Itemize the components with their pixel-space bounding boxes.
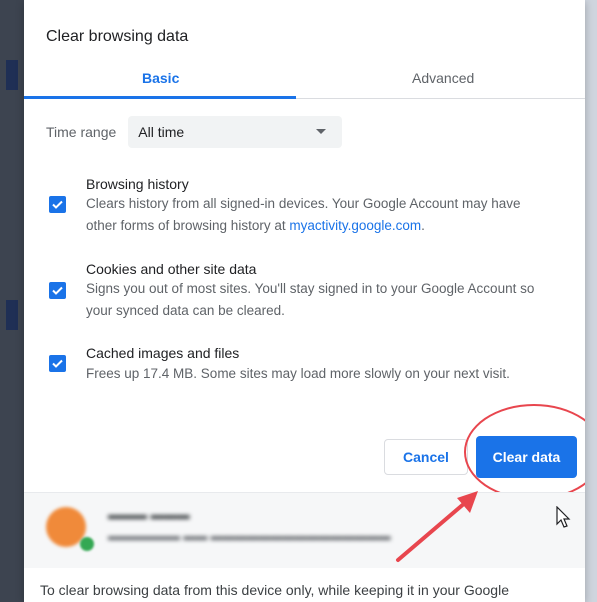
checkbox-cookies[interactable] (49, 282, 66, 299)
tab-advanced[interactable]: Advanced (412, 66, 474, 90)
background-window-strip (6, 300, 18, 330)
footer-note: To clear browsing data from this device … (40, 582, 509, 598)
tab-basic[interactable]: Basic (142, 66, 179, 90)
active-tab-indicator (24, 96, 296, 99)
option-title: Browsing history (86, 176, 189, 192)
option-title: Cached images and files (86, 345, 240, 361)
option-description: Clears history from all signed-in device… (86, 193, 576, 237)
clear-browsing-data-dialog: Clear browsing data Basic Advanced Time … (24, 0, 585, 602)
tab-bar: Basic Advanced (24, 58, 585, 99)
time-range-row: Time range All time (46, 116, 343, 148)
time-range-select[interactable]: All time (128, 116, 343, 148)
option-description-text: other forms of browsing history at (86, 218, 290, 233)
check-icon (52, 359, 63, 368)
background-window-left (0, 0, 24, 602)
checkbox-cached-images[interactable] (49, 355, 66, 372)
option-description-line: Clears history from all signed-in device… (86, 196, 521, 211)
dialog-title: Clear browsing data (46, 28, 189, 45)
background-window-right (585, 0, 597, 602)
time-range-label: Time range (46, 124, 117, 140)
account-sync-redacted: ▬▬▬▬▬▬ ▬▬ ▬▬▬▬▬▬▬▬▬▬▬▬▬▬▬ (108, 529, 391, 543)
option-description-line: other forms of browsing history at myact… (86, 215, 576, 237)
link-suffix: . (421, 218, 425, 233)
checkbox-browsing-history[interactable] (49, 196, 66, 213)
account-name-redacted: ▬▬▬ ▬▬▬ (108, 507, 190, 522)
background-window-strip (6, 60, 18, 90)
account-section: ▬▬▬ ▬▬▬ ▬▬▬▬▬▬ ▬▬ ▬▬▬▬▬▬▬▬▬▬▬▬▬▬▬ (24, 492, 585, 568)
mouse-pointer-icon (556, 506, 571, 528)
option-description: Frees up 17.4 MB. Some sites may load mo… (86, 363, 576, 385)
option-description-line: Frees up 17.4 MB. Some sites may load mo… (86, 366, 510, 381)
check-icon (52, 286, 63, 295)
clear-data-button[interactable]: Clear data (476, 436, 577, 478)
sync-badge-icon (80, 537, 94, 551)
option-description-line: Signs you out of most sites. You'll stay… (86, 281, 535, 296)
cancel-button[interactable]: Cancel (384, 439, 468, 475)
option-description-line: your synced data can be cleared. (86, 303, 285, 318)
option-description: Signs you out of most sites. You'll stay… (86, 278, 576, 322)
check-icon (52, 200, 63, 209)
caret-down-icon (316, 129, 327, 134)
time-range-value: All time (138, 124, 185, 140)
option-title: Cookies and other site data (86, 261, 257, 277)
myactivity-link[interactable]: myactivity.google.com (289, 218, 421, 233)
